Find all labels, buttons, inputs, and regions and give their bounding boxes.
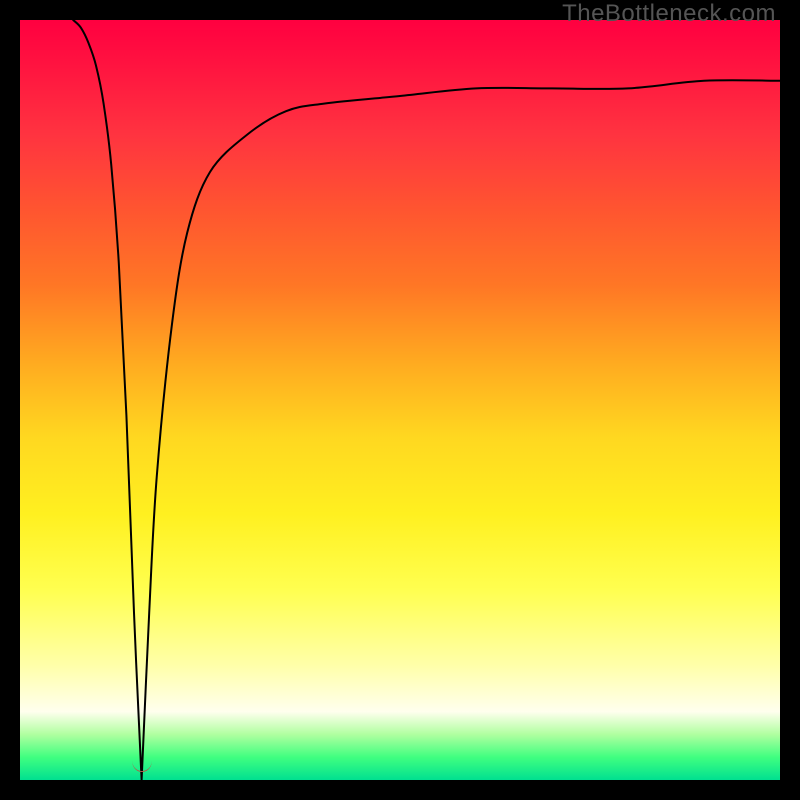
plot-area <box>20 20 780 780</box>
bottleneck-curve <box>20 20 780 780</box>
watermark-label: TheBottleneck.com <box>562 0 776 28</box>
